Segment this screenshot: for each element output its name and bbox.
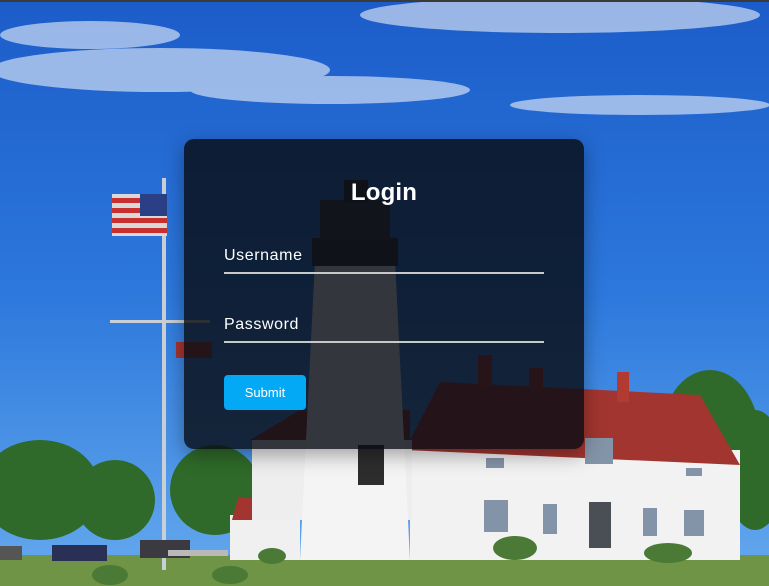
username-input[interactable] (224, 266, 544, 274)
login-card: Login Username Password Submit (184, 139, 584, 449)
username-field: Username (224, 246, 544, 274)
username-label: Username (224, 247, 303, 264)
login-title: Login (350, 179, 418, 206)
password-input[interactable] (224, 335, 544, 343)
submit-button[interactable]: Submit (224, 375, 306, 410)
password-label: Password (224, 316, 300, 333)
top-border (0, 0, 769, 2)
password-field: Password (224, 315, 544, 343)
